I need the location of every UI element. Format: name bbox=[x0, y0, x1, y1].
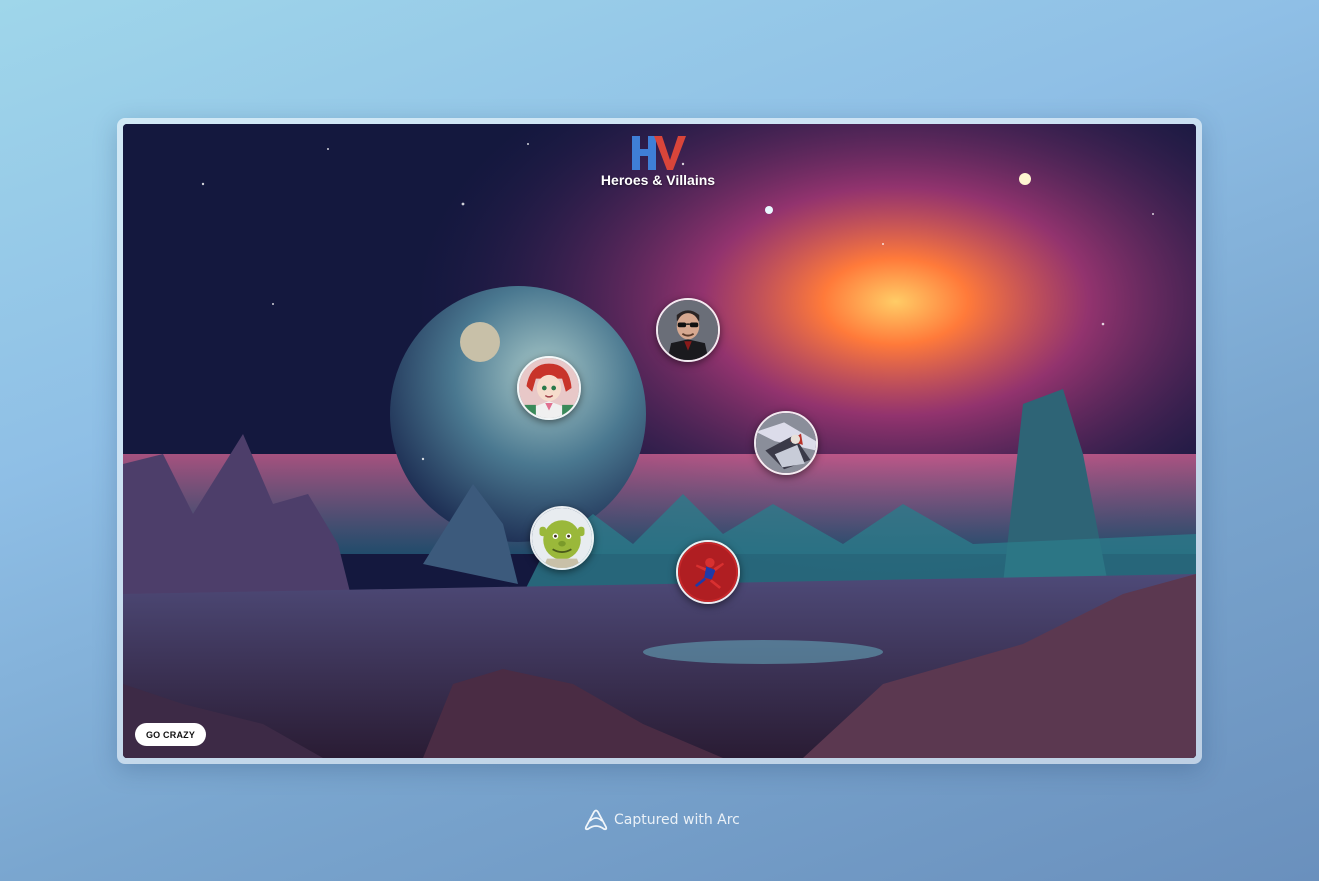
app-logo: Heroes & Villains bbox=[593, 134, 723, 198]
green-ogre-avatar-icon bbox=[532, 508, 592, 568]
character-spider-man[interactable] bbox=[676, 540, 740, 604]
app-title: Heroes & Villains bbox=[600, 172, 716, 188]
hv-logo-icon bbox=[632, 136, 686, 170]
capture-footer: Captured with Arc bbox=[584, 808, 740, 832]
footer-label: Captured with Arc bbox=[614, 812, 740, 828]
go-crazy-button[interactable]: GO CRAZY bbox=[135, 723, 206, 746]
space-landscape-background bbox=[123, 124, 1196, 758]
game-viewport: Heroes & Villains GO CRAZY bbox=[123, 124, 1196, 758]
character-sailor-jupiter[interactable] bbox=[517, 356, 581, 420]
man-sunglasses-avatar-icon bbox=[658, 300, 718, 360]
armored-warrior-avatar-icon bbox=[756, 413, 816, 473]
spider-hero-avatar-icon bbox=[678, 542, 738, 602]
arc-logo-icon bbox=[584, 809, 608, 831]
anime-girl-avatar-icon bbox=[519, 358, 579, 418]
character-daredevil-actor[interactable] bbox=[656, 298, 720, 362]
character-silver-warrior[interactable] bbox=[754, 411, 818, 475]
character-shrek[interactable] bbox=[530, 506, 594, 570]
